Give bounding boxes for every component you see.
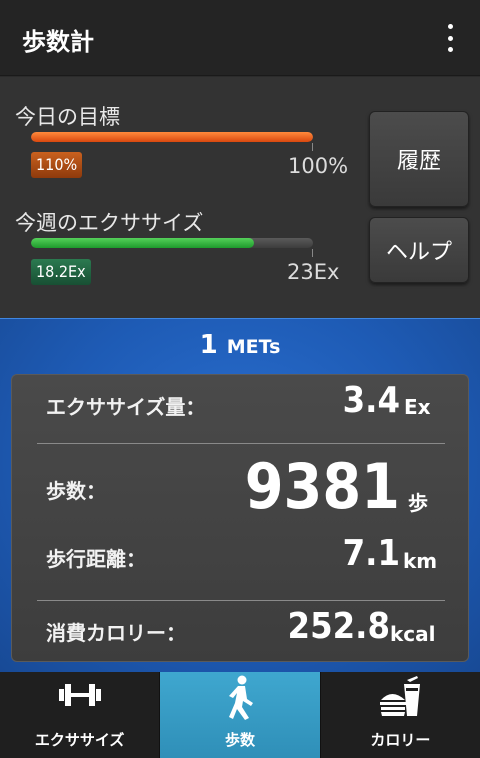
- steps-label: 歩数：: [46, 479, 106, 503]
- weekly-exercise-progress-bar: [31, 238, 313, 248]
- calories-burned-label: 消費カロリー：: [46, 621, 186, 645]
- walking-distance-label: 歩行距離：: [46, 547, 146, 571]
- more-vert-icon[interactable]: [440, 24, 460, 52]
- mets-unit: METs: [226, 336, 281, 358]
- divider: [37, 443, 445, 444]
- burger-drink-icon: [380, 676, 421, 716]
- walking-distance-value: 7.1: [342, 533, 400, 574]
- help-button[interactable]: ヘルプ: [369, 217, 469, 283]
- app-bar: 歩数計: [0, 0, 480, 76]
- weekly-exercise-tick: [312, 249, 313, 257]
- goals-section: 今日の目標 110% 100% 今週のエクササイズ 18.2Ex 23Ex 履歴…: [0, 77, 480, 318]
- tab-exercise[interactable]: エクササイズ: [0, 672, 161, 758]
- weekly-exercise-label: 今週のエクササイズ: [15, 211, 204, 235]
- steps-unit: 歩: [408, 491, 428, 515]
- exercise-amount-value: 3.4: [342, 380, 400, 421]
- tab-calories[interactable]: カロリー: [321, 672, 480, 758]
- weekly-exercise-progress-fill: [31, 238, 254, 248]
- app-title: 歩数計: [22, 28, 94, 56]
- daily-goal-progress-fill: [31, 132, 313, 142]
- tab-steps[interactable]: 歩数: [160, 672, 321, 758]
- weekly-exercise-badge: 18.2Ex: [31, 259, 91, 285]
- daily-goal-label: 今日の目標: [15, 105, 120, 129]
- tab-exercise-label: エクササイズ: [34, 731, 125, 749]
- walking-person-icon: [228, 675, 253, 720]
- steps-value: 9381: [244, 450, 400, 523]
- exercise-amount-unit: Ex: [404, 395, 431, 419]
- walking-distance-unit: km: [403, 549, 438, 573]
- mets-readout: 1 METs: [0, 330, 480, 360]
- daily-goal-progress-bar: [31, 132, 313, 142]
- calories-burned-unit: kcal: [390, 622, 436, 646]
- stats-card: エクササイズ量： 3.4 Ex 歩数： 9381 歩 歩行距離： 7.1 km …: [11, 374, 469, 662]
- history-button[interactable]: 履歴: [369, 111, 469, 207]
- daily-goal-tick: [312, 143, 313, 151]
- weekly-exercise-target: 23Ex: [287, 260, 340, 284]
- bottom-navigation: エクササイズ 歩数 カロリー: [0, 672, 480, 758]
- calories-burned-value: 252.8: [287, 606, 390, 647]
- mets-value: 1: [199, 330, 218, 360]
- exercise-amount-label: エクササイズ量：: [46, 395, 206, 419]
- daily-goal-badge: 110%: [31, 152, 83, 178]
- tab-calories-label: カロリー: [370, 731, 431, 749]
- daily-goal-target: 100%: [288, 154, 349, 178]
- divider: [37, 600, 445, 601]
- tab-steps-label: 歩数: [224, 731, 255, 749]
- dumbbell-icon: [58, 684, 101, 706]
